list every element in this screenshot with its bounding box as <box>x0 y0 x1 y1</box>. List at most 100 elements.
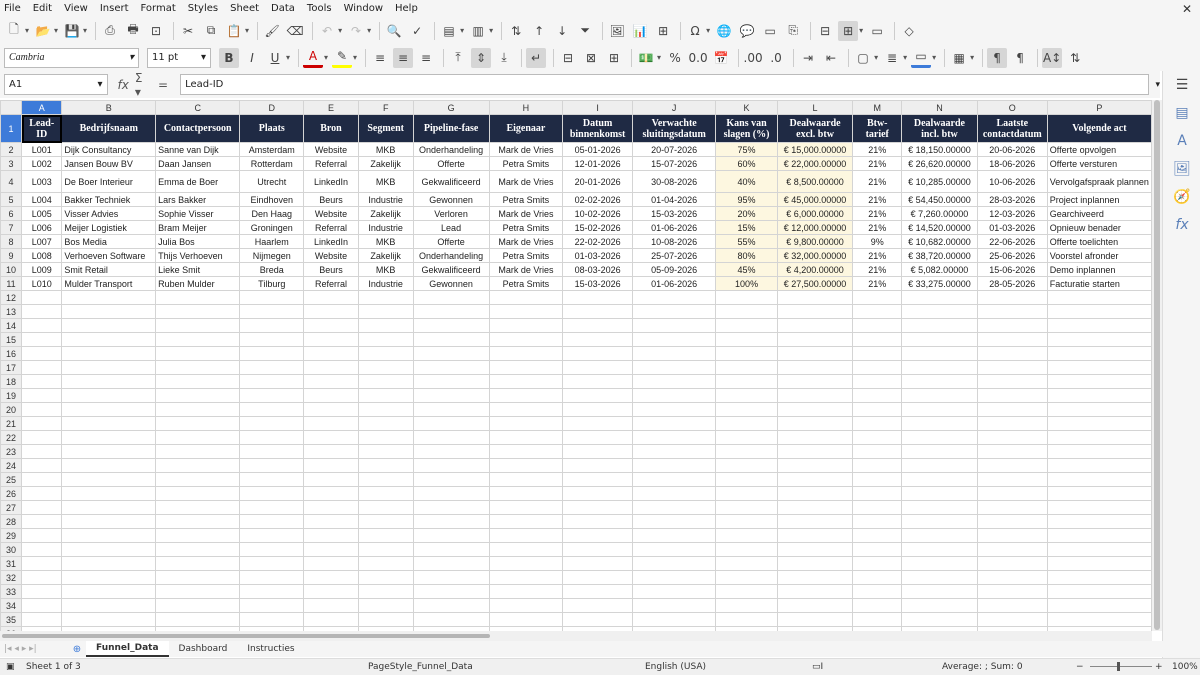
table-cell[interactable]: Tilburg <box>239 276 305 291</box>
column-header-d[interactable]: D <box>239 100 305 115</box>
empty-cell[interactable] <box>562 542 633 557</box>
table-cell[interactable]: 30-08-2026 <box>631 170 717 193</box>
menu-item-data[interactable]: Data <box>271 3 295 14</box>
zoom-out-icon[interactable]: − <box>1076 662 1084 672</box>
empty-cell[interactable] <box>976 346 1048 361</box>
empty-cell[interactable] <box>976 458 1048 473</box>
empty-cell[interactable] <box>488 444 564 459</box>
empty-cell[interactable] <box>1046 598 1152 613</box>
table-cell[interactable]: Meijer Logistiek <box>61 220 157 235</box>
table-cell[interactable]: Mark de Vries <box>488 234 564 249</box>
empty-cell[interactable] <box>631 360 717 375</box>
empty-cell[interactable] <box>155 430 241 445</box>
empty-cell[interactable] <box>852 542 903 557</box>
table-cell[interactable]: Utrecht <box>239 170 305 193</box>
table-cell[interactable]: Bakker Techniek <box>61 192 157 207</box>
empty-cell[interactable] <box>488 542 564 557</box>
empty-cell[interactable] <box>21 570 63 585</box>
row-header[interactable]: 2 <box>0 142 23 157</box>
table-cell[interactable]: 15-03-2026 <box>562 276 633 291</box>
menu-item-insert[interactable]: Insert <box>100 3 129 14</box>
column-header-l[interactable]: L <box>776 100 854 115</box>
empty-cell[interactable] <box>631 444 717 459</box>
sheet-tab-funnel-data[interactable]: Funnel_Data <box>86 641 169 657</box>
table-cell[interactable]: 75% <box>715 142 778 157</box>
empty-cell[interactable] <box>631 430 717 445</box>
empty-cell[interactable] <box>776 318 854 333</box>
empty-cell[interactable] <box>562 318 633 333</box>
empty-cell[interactable] <box>61 458 157 473</box>
empty-cell[interactable] <box>976 514 1048 529</box>
empty-cell[interactable] <box>412 458 490 473</box>
empty-cell[interactable] <box>412 500 490 515</box>
table-cell[interactable]: Beurs <box>303 192 359 207</box>
empty-cell[interactable] <box>715 388 778 403</box>
header-cell[interactable]: Pipeline-fase <box>412 114 490 143</box>
table-cell[interactable]: 60% <box>715 156 778 171</box>
empty-cell[interactable] <box>239 388 305 403</box>
row-header[interactable]: 16 <box>0 346 23 361</box>
insert-chart-icon[interactable]: 📊 <box>630 21 650 41</box>
insert-image-icon[interactable]: 🖼 <box>607 21 627 41</box>
row-header[interactable]: 17 <box>0 360 23 375</box>
empty-cell[interactable] <box>976 542 1048 557</box>
table-cell[interactable]: L002 <box>21 156 63 171</box>
column-icon[interactable]: ▥ <box>468 21 488 41</box>
empty-cell[interactable] <box>357 444 414 459</box>
empty-cell[interactable] <box>21 332 63 347</box>
empty-cell[interactable] <box>776 542 854 557</box>
empty-cell[interactable] <box>303 458 359 473</box>
empty-cell[interactable] <box>562 388 633 403</box>
empty-cell[interactable] <box>715 444 778 459</box>
clear-formatting-icon[interactable]: ⌫ <box>285 21 305 41</box>
table-cell[interactable]: 28-03-2026 <box>976 192 1048 207</box>
empty-cell[interactable] <box>976 570 1048 585</box>
empty-cell[interactable] <box>852 290 903 305</box>
empty-cell[interactable] <box>852 556 903 571</box>
empty-cell[interactable] <box>239 360 305 375</box>
empty-cell[interactable] <box>155 402 241 417</box>
empty-cell[interactable] <box>715 486 778 501</box>
empty-cell[interactable] <box>776 402 854 417</box>
empty-cell[interactable] <box>631 290 717 305</box>
formula-input[interactable]: Lead-ID <box>180 74 1150 95</box>
text-vertical-icon[interactable]: A↕ <box>1042 47 1063 68</box>
empty-cell[interactable] <box>239 570 305 585</box>
empty-cell[interactable] <box>631 472 717 487</box>
empty-cell[interactable] <box>303 346 359 361</box>
horizontal-scroll-thumb[interactable] <box>2 634 490 638</box>
row-header[interactable]: 28 <box>0 514 23 529</box>
chevron-down-icon[interactable]: ▾ <box>859 26 863 35</box>
export-pdf-icon[interactable]: ⎙ <box>100 21 120 41</box>
table-cell[interactable]: € 6,000.00000 <box>776 206 854 221</box>
header-cell[interactable]: Kans van slagen (%) <box>715 114 778 143</box>
table-cell[interactable]: Emma de Boer <box>155 170 241 193</box>
table-cell[interactable]: 45% <box>715 262 778 277</box>
zoom-slider[interactable] <box>1090 666 1152 667</box>
empty-cell[interactable] <box>852 570 903 585</box>
empty-cell[interactable] <box>239 290 305 305</box>
table-cell[interactable]: Referral <box>303 156 359 171</box>
empty-cell[interactable] <box>61 374 157 389</box>
empty-cell[interactable] <box>155 444 241 459</box>
language[interactable]: English (USA) <box>645 662 706 672</box>
empty-cell[interactable] <box>21 472 63 487</box>
empty-cell[interactable] <box>61 430 157 445</box>
table-cell[interactable]: Bos Media <box>61 234 157 249</box>
table-cell[interactable]: L004 <box>21 192 63 207</box>
empty-cell[interactable] <box>61 486 157 501</box>
table-cell[interactable]: 01-04-2026 <box>631 192 717 207</box>
empty-cell[interactable] <box>303 612 359 627</box>
empty-cell[interactable] <box>852 500 903 515</box>
chevron-down-icon[interactable]: ▾ <box>338 26 342 35</box>
empty-cell[interactable] <box>901 304 978 319</box>
table-cell[interactable]: 22-06-2026 <box>976 234 1048 249</box>
empty-cell[interactable] <box>976 402 1048 417</box>
empty-cell[interactable] <box>488 500 564 515</box>
empty-cell[interactable] <box>976 444 1048 459</box>
row-header[interactable]: 18 <box>0 374 23 389</box>
chevron-down-icon[interactable]: ▾ <box>657 53 661 62</box>
empty-cell[interactable] <box>1046 556 1152 571</box>
empty-cell[interactable] <box>1046 430 1152 445</box>
table-cell[interactable]: € 38,720.00000 <box>901 248 978 263</box>
